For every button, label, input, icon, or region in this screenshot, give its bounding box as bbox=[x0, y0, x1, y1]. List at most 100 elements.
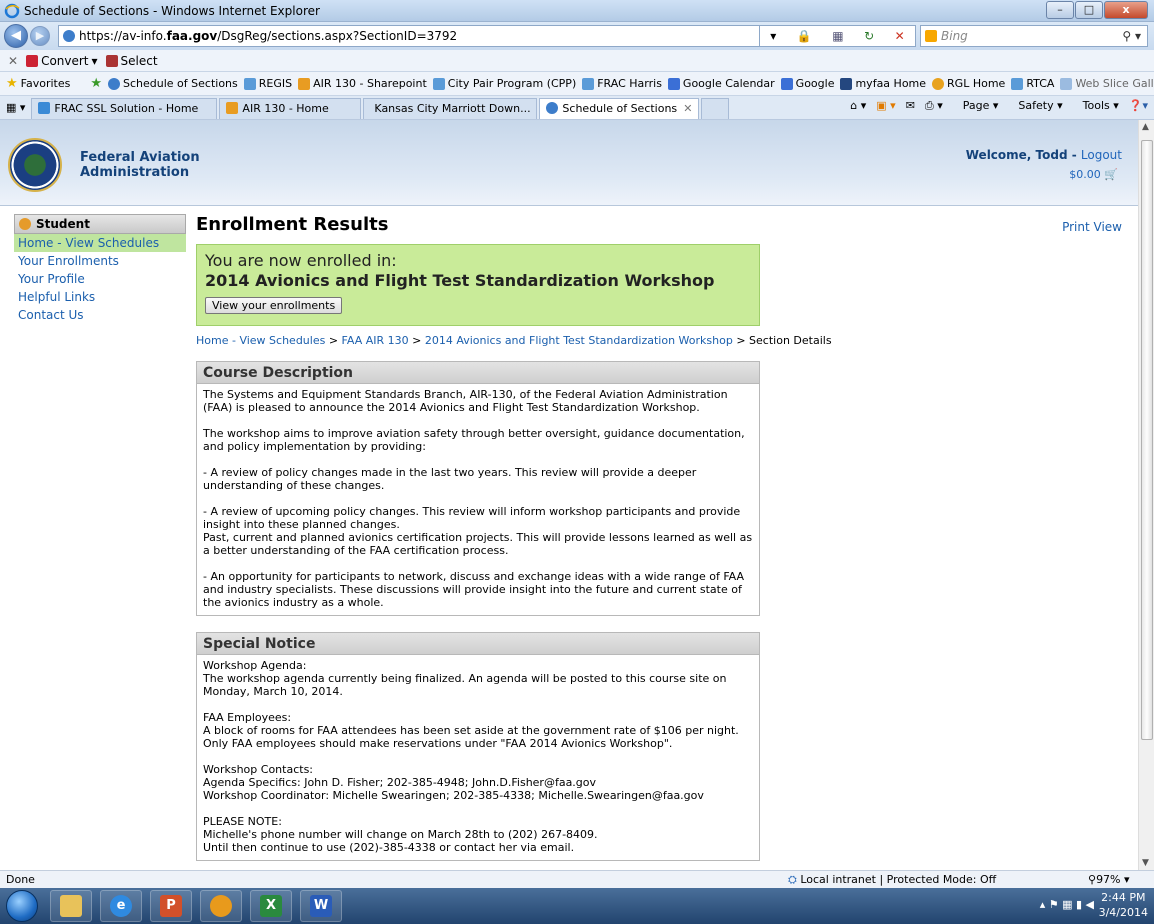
compatibility-icon[interactable]: ▦ bbox=[832, 29, 843, 43]
sharepoint-icon bbox=[226, 102, 239, 114]
taskbar-explorer[interactable] bbox=[50, 890, 92, 922]
search-input[interactable]: Bing ⚲ ▾ bbox=[920, 25, 1148, 47]
windows-taskbar: e P X W ▴ ⚑ ▦ ▮ ◀ 2:44 PM 3/4/2014 bbox=[0, 888, 1154, 924]
system-tray[interactable]: ▴ ⚑ ▦ ▮ ◀ bbox=[1040, 898, 1094, 911]
tab-kansas-city-marriott[interactable]: Kansas City Marriott Down... bbox=[363, 98, 538, 119]
tab-schedule-of-sections[interactable]: Schedule of Sections ✕ bbox=[539, 98, 700, 119]
minimize-button[interactable]: – bbox=[1046, 1, 1074, 19]
url-path: /DsgReg/sections.aspx?SectionID=3792 bbox=[217, 29, 458, 43]
enrolled-course: 2014 Avionics and Flight Test Standardiz… bbox=[205, 271, 715, 290]
safety-menu-label: Safety bbox=[1018, 99, 1054, 112]
course-description-heading: Course Description bbox=[197, 362, 759, 384]
fav-link-air130-sharepoint[interactable]: AIR 130 - Sharepoint bbox=[298, 77, 427, 90]
fav-label: RGL Home bbox=[947, 77, 1006, 90]
maximize-button[interactable]: □ bbox=[1075, 1, 1103, 19]
site-header: Federal Aviation Administration Welcome,… bbox=[0, 120, 1138, 206]
fav-label: Google Calendar bbox=[682, 77, 775, 90]
fav-link-google-calendar[interactable]: Google Calendar bbox=[667, 77, 775, 90]
fav-link-schedule[interactable]: Schedule of Sections bbox=[108, 77, 238, 90]
ie-page-icon bbox=[243, 77, 256, 90]
view-enrollments-button[interactable]: View your enrollments bbox=[205, 297, 343, 314]
special-notice-heading: Special Notice bbox=[197, 633, 759, 655]
lock-icon[interactable]: 🔒 bbox=[797, 29, 812, 43]
home-icon[interactable]: ⌂ ▾ bbox=[850, 99, 866, 113]
favorites-button[interactable]: ★ Favorites bbox=[6, 76, 70, 91]
zoom-level[interactable]: ⚲97% ▾ bbox=[1088, 873, 1130, 886]
forward-button[interactable]: ▶ bbox=[30, 26, 50, 46]
fav-link-frac-harris[interactable]: FRAC Harris bbox=[582, 77, 662, 90]
fav-label: Schedule of Sections bbox=[123, 77, 238, 90]
scroll-down-icon[interactable]: ▼ bbox=[1142, 858, 1149, 868]
taskbar-app-orange[interactable] bbox=[200, 890, 242, 922]
start-button[interactable] bbox=[6, 890, 38, 922]
new-tab-button[interactable] bbox=[701, 98, 730, 119]
sidebar-item-enrollments[interactable]: Your Enrollments bbox=[14, 252, 186, 270]
fav-link-rgl[interactable]: RGL Home bbox=[932, 77, 1005, 90]
description-paragraph: - A review of upcoming policy changes. T… bbox=[203, 505, 741, 531]
taskbar-powerpoint[interactable]: P bbox=[150, 890, 192, 922]
note-title: PLEASE NOTE: bbox=[203, 815, 282, 828]
taskbar-internet-explorer[interactable]: e bbox=[100, 890, 142, 922]
page-viewport: Federal Aviation Administration Welcome,… bbox=[0, 120, 1138, 870]
ie-page-icon bbox=[1060, 77, 1073, 90]
intranet-icon: ⛭ bbox=[788, 872, 797, 886]
scroll-up-icon[interactable]: ▲ bbox=[1142, 122, 1149, 132]
clock[interactable]: 2:44 PM 3/4/2014 bbox=[1099, 890, 1148, 920]
search-icon[interactable]: ⚲ ▾ bbox=[1122, 29, 1141, 43]
page-menu[interactable]: Page ▾ bbox=[953, 99, 999, 113]
safety-menu[interactable]: Safety ▾ bbox=[1008, 99, 1062, 113]
close-bar-icon[interactable]: ✕ bbox=[8, 54, 18, 68]
fav-link-web-slice[interactable]: Web Slice Gallery▾ bbox=[1060, 77, 1154, 90]
taskbar-excel[interactable]: X bbox=[250, 890, 292, 922]
tools-menu[interactable]: Tools ▾ bbox=[1073, 99, 1119, 113]
quick-tabs-button[interactable]: ▦ ▾ bbox=[0, 98, 29, 119]
breadcrumb-home[interactable]: Home - View Schedules bbox=[196, 334, 325, 347]
page-menu-label: Page bbox=[962, 99, 990, 112]
word-icon: W bbox=[310, 895, 332, 917]
fav-link-rtca[interactable]: RTCA bbox=[1011, 77, 1054, 90]
tab-label: Schedule of Sections bbox=[562, 102, 678, 115]
add-favorite-button[interactable]: ★ bbox=[90, 76, 102, 91]
sidebar-item-helpful-links[interactable]: Helpful Links bbox=[14, 288, 186, 306]
convert-menu[interactable]: Convert bbox=[41, 54, 88, 68]
mail-icon[interactable]: ✉ bbox=[906, 99, 915, 113]
faa-seal-logo[interactable] bbox=[8, 138, 62, 192]
agency-name[interactable]: Federal Aviation Administration bbox=[80, 150, 200, 180]
fav-link-regis[interactable]: REGIS bbox=[243, 77, 292, 90]
dropdown-icon[interactable]: ▾ bbox=[770, 29, 776, 43]
logout-link[interactable]: Logout bbox=[1081, 148, 1122, 162]
stop-icon[interactable]: ✕ bbox=[895, 29, 905, 43]
clock-date: 3/4/2014 bbox=[1098, 906, 1148, 919]
breadcrumb-course[interactable]: 2014 Avionics and Flight Test Standardiz… bbox=[425, 334, 733, 347]
print-icon[interactable]: ⎙ ▾ bbox=[925, 99, 943, 113]
refresh-icon[interactable]: ↻ bbox=[864, 29, 874, 43]
fav-link-cpp[interactable]: City Pair Program (CPP) bbox=[432, 77, 576, 90]
description-paragraph: - An opportunity for participants to net… bbox=[203, 570, 745, 609]
tab-frac-ssl[interactable]: FRAC SSL Solution - Home bbox=[31, 98, 218, 119]
select-button[interactable]: Select bbox=[121, 54, 158, 68]
help-icon[interactable]: ❓▾ bbox=[1129, 99, 1148, 113]
faa-employees-text: Only FAA employees should make reservati… bbox=[203, 737, 673, 750]
security-zone[interactable]: ⛭ Local intranet | Protected Mode: Off bbox=[788, 873, 996, 887]
fav-link-google[interactable]: Google bbox=[780, 77, 834, 90]
feeds-icon[interactable]: ▣ ▾ bbox=[876, 99, 895, 113]
back-button[interactable]: ◀ bbox=[4, 24, 28, 48]
chevron-down-icon[interactable]: ▾ bbox=[92, 54, 98, 68]
scrollbar-thumb[interactable] bbox=[1141, 140, 1153, 740]
cart-link[interactable]: $0.00 🛒 bbox=[1069, 168, 1118, 181]
sidebar-item-home[interactable]: Home - View Schedules bbox=[14, 234, 186, 252]
breadcrumb-program[interactable]: FAA AIR 130 bbox=[342, 334, 409, 347]
close-button[interactable]: x bbox=[1104, 1, 1148, 19]
sidebar-item-contact[interactable]: Contact Us bbox=[14, 306, 186, 324]
fav-label: AIR 130 - Sharepoint bbox=[313, 77, 427, 90]
sidebar-item-profile[interactable]: Your Profile bbox=[14, 270, 186, 288]
tab-air130-home[interactable]: AIR 130 - Home bbox=[219, 98, 362, 119]
vertical-scrollbar[interactable]: ▲ ▼ bbox=[1138, 120, 1154, 870]
print-view-link[interactable]: Print View bbox=[1062, 220, 1122, 234]
breadcrumb-sep: > bbox=[408, 334, 425, 347]
taskbar-word[interactable]: W bbox=[300, 890, 342, 922]
ie-page-icon bbox=[38, 102, 51, 114]
address-bar[interactable]: https://av-info. faa.gov/DsgReg/sections.… bbox=[58, 25, 760, 47]
fav-link-myfaa[interactable]: myfaa Home bbox=[840, 77, 926, 90]
close-tab-icon[interactable]: ✕ bbox=[683, 102, 692, 115]
